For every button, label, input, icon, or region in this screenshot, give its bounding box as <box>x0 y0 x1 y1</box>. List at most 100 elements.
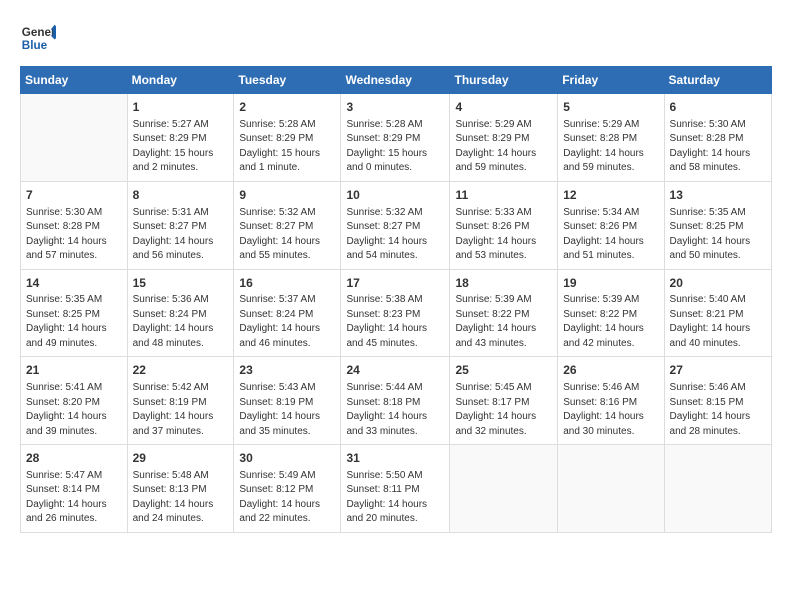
calendar-cell: 14Sunrise: 5:35 AM Sunset: 8:25 PM Dayli… <box>21 269 128 357</box>
day-info: Sunrise: 5:28 AM Sunset: 8:29 PM Dayligh… <box>239 118 335 176</box>
calendar-cell: 9 Sunrise: 5:32 AM Sunset: 8:27 PM Daylig… <box>234 181 341 269</box>
day-number: 31 <box>346 450 444 467</box>
day-number: 14 <box>26 275 122 292</box>
day-number: 23 <box>239 362 335 379</box>
day-number: 27 <box>670 362 766 379</box>
column-header-monday: Monday <box>127 67 234 94</box>
day-info: Sunrise: 5:31 AM Sunset: 8:27 PM Dayligh… <box>133 206 229 264</box>
day-number: 21 <box>26 362 122 379</box>
day-number: 10 <box>346 187 444 204</box>
day-number: 3 <box>346 99 444 116</box>
day-number: 5 <box>563 99 658 116</box>
day-info: Sunrise: 5:37 AM Sunset: 8:24 PM Dayligh… <box>239 293 335 351</box>
calendar-cell: 15Sunrise: 5:36 AM Sunset: 8:24 PM Dayli… <box>127 269 234 357</box>
calendar-cell: 26Sunrise: 5:46 AM Sunset: 8:16 PM Dayli… <box>558 357 664 445</box>
day-info: Sunrise: 5:32 AM Sunset: 8:27 PM Dayligh… <box>346 206 444 264</box>
calendar-cell: 3 Sunrise: 5:28 AM Sunset: 8:29 PM Daylig… <box>341 94 450 182</box>
day-info: Sunrise: 5:50 AM Sunset: 8:11 PM Dayligh… <box>346 469 444 527</box>
calendar-cell: 8 Sunrise: 5:31 AM Sunset: 8:27 PM Daylig… <box>127 181 234 269</box>
day-info: Sunrise: 5:34 AM Sunset: 8:26 PM Dayligh… <box>563 206 658 264</box>
day-info: Sunrise: 5:29 AM Sunset: 8:29 PM Dayligh… <box>455 118 552 176</box>
day-number: 22 <box>133 362 229 379</box>
day-number: 8 <box>133 187 229 204</box>
day-number: 17 <box>346 275 444 292</box>
day-info: Sunrise: 5:33 AM Sunset: 8:26 PM Dayligh… <box>455 206 552 264</box>
day-info: Sunrise: 5:41 AM Sunset: 8:20 PM Dayligh… <box>26 381 122 439</box>
calendar-cell: 18Sunrise: 5:39 AM Sunset: 8:22 PM Dayli… <box>450 269 558 357</box>
calendar-cell: 23 Sunrise: 5:43 AM Sunset: 8:19 PM Dayli… <box>234 357 341 445</box>
day-number: 18 <box>455 275 552 292</box>
day-number: 6 <box>670 99 766 116</box>
day-number: 12 <box>563 187 658 204</box>
day-info: Sunrise: 5:47 AM Sunset: 8:14 PM Dayligh… <box>26 469 122 527</box>
day-number: 25 <box>455 362 552 379</box>
day-number: 11 <box>455 187 552 204</box>
day-info: Sunrise: 5:39 AM Sunset: 8:22 PM Dayligh… <box>563 293 658 351</box>
calendar-cell: 1Sunrise: 5:27 AM Sunset: 8:29 PM Daylig… <box>127 94 234 182</box>
day-number: 2 <box>239 99 335 116</box>
calendar-cell <box>664 445 771 533</box>
page-header: General Blue <box>20 20 772 56</box>
day-info: Sunrise: 5:46 AM Sunset: 8:16 PM Dayligh… <box>563 381 658 439</box>
column-header-saturday: Saturday <box>664 67 771 94</box>
calendar-week-row: 28 Sunrise: 5:47 AM Sunset: 8:14 PM Dayli… <box>21 445 772 533</box>
svg-text:Blue: Blue <box>22 39 48 52</box>
calendar-cell: 30 Sunrise: 5:49 AM Sunset: 8:12 PM Dayli… <box>234 445 341 533</box>
day-info: Sunrise: 5:49 AM Sunset: 8:12 PM Dayligh… <box>239 469 335 527</box>
day-info: Sunrise: 5:30 AM Sunset: 8:28 PM Dayligh… <box>26 206 122 264</box>
calendar-cell: 10 Sunrise: 5:32 AM Sunset: 8:27 PM Dayli… <box>341 181 450 269</box>
calendar-cell: 17Sunrise: 5:38 AM Sunset: 8:23 PM Dayli… <box>341 269 450 357</box>
day-info: Sunrise: 5:27 AM Sunset: 8:29 PM Dayligh… <box>133 118 229 176</box>
calendar-cell: 5Sunrise: 5:29 AM Sunset: 8:28 PM Daylig… <box>558 94 664 182</box>
calendar-cell: 21 Sunrise: 5:41 AM Sunset: 8:20 PM Dayli… <box>21 357 128 445</box>
calendar-cell: 4Sunrise: 5:29 AM Sunset: 8:29 PM Daylig… <box>450 94 558 182</box>
calendar-cell: 29 Sunrise: 5:48 AM Sunset: 8:13 PM Dayli… <box>127 445 234 533</box>
day-number: 20 <box>670 275 766 292</box>
calendar-cell: 16Sunrise: 5:37 AM Sunset: 8:24 PM Dayli… <box>234 269 341 357</box>
day-number: 9 <box>239 187 335 204</box>
day-info: Sunrise: 5:30 AM Sunset: 8:28 PM Dayligh… <box>670 118 766 176</box>
day-info: Sunrise: 5:43 AM Sunset: 8:19 PM Dayligh… <box>239 381 335 439</box>
calendar-cell <box>450 445 558 533</box>
day-info: Sunrise: 5:35 AM Sunset: 8:25 PM Dayligh… <box>26 293 122 351</box>
svg-text:General: General <box>22 26 56 39</box>
day-info: Sunrise: 5:40 AM Sunset: 8:21 PM Dayligh… <box>670 293 766 351</box>
calendar-cell: 6 Sunrise: 5:30 AM Sunset: 8:28 PM Daylig… <box>664 94 771 182</box>
calendar-cell: 24 Sunrise: 5:44 AM Sunset: 8:18 PM Dayli… <box>341 357 450 445</box>
calendar-cell: 20Sunrise: 5:40 AM Sunset: 8:21 PM Dayli… <box>664 269 771 357</box>
day-number: 30 <box>239 450 335 467</box>
logo-icon: General Blue <box>20 20 56 56</box>
column-header-friday: Friday <box>558 67 664 94</box>
day-number: 29 <box>133 450 229 467</box>
calendar-cell: 27 Sunrise: 5:46 AM Sunset: 8:15 PM Dayli… <box>664 357 771 445</box>
calendar-table: SundayMondayTuesdayWednesdayThursdayFrid… <box>20 66 772 533</box>
day-info: Sunrise: 5:48 AM Sunset: 8:13 PM Dayligh… <box>133 469 229 527</box>
calendar-cell: 22 Sunrise: 5:42 AM Sunset: 8:19 PM Dayli… <box>127 357 234 445</box>
day-info: Sunrise: 5:39 AM Sunset: 8:22 PM Dayligh… <box>455 293 552 351</box>
day-info: Sunrise: 5:44 AM Sunset: 8:18 PM Dayligh… <box>346 381 444 439</box>
calendar-cell: 28 Sunrise: 5:47 AM Sunset: 8:14 PM Dayli… <box>21 445 128 533</box>
calendar-cell: 19Sunrise: 5:39 AM Sunset: 8:22 PM Dayli… <box>558 269 664 357</box>
day-number: 19 <box>563 275 658 292</box>
day-info: Sunrise: 5:38 AM Sunset: 8:23 PM Dayligh… <box>346 293 444 351</box>
calendar-cell: 25 Sunrise: 5:45 AM Sunset: 8:17 PM Dayli… <box>450 357 558 445</box>
day-info: Sunrise: 5:32 AM Sunset: 8:27 PM Dayligh… <box>239 206 335 264</box>
day-number: 13 <box>670 187 766 204</box>
calendar-week-row: 14Sunrise: 5:35 AM Sunset: 8:25 PM Dayli… <box>21 269 772 357</box>
column-header-sunday: Sunday <box>21 67 128 94</box>
day-number: 28 <box>26 450 122 467</box>
day-info: Sunrise: 5:35 AM Sunset: 8:25 PM Dayligh… <box>670 206 766 264</box>
column-header-thursday: Thursday <box>450 67 558 94</box>
day-number: 24 <box>346 362 444 379</box>
calendar-cell: 13 Sunrise: 5:35 AM Sunset: 8:25 PM Dayli… <box>664 181 771 269</box>
column-header-wednesday: Wednesday <box>341 67 450 94</box>
calendar-cell <box>21 94 128 182</box>
calendar-cell: 2 Sunrise: 5:28 AM Sunset: 8:29 PM Daylig… <box>234 94 341 182</box>
calendar-week-row: 21 Sunrise: 5:41 AM Sunset: 8:20 PM Dayli… <box>21 357 772 445</box>
logo: General Blue <box>20 20 60 56</box>
day-info: Sunrise: 5:28 AM Sunset: 8:29 PM Dayligh… <box>346 118 444 176</box>
day-info: Sunrise: 5:45 AM Sunset: 8:17 PM Dayligh… <box>455 381 552 439</box>
day-info: Sunrise: 5:46 AM Sunset: 8:15 PM Dayligh… <box>670 381 766 439</box>
day-info: Sunrise: 5:42 AM Sunset: 8:19 PM Dayligh… <box>133 381 229 439</box>
calendar-week-row: 1Sunrise: 5:27 AM Sunset: 8:29 PM Daylig… <box>21 94 772 182</box>
